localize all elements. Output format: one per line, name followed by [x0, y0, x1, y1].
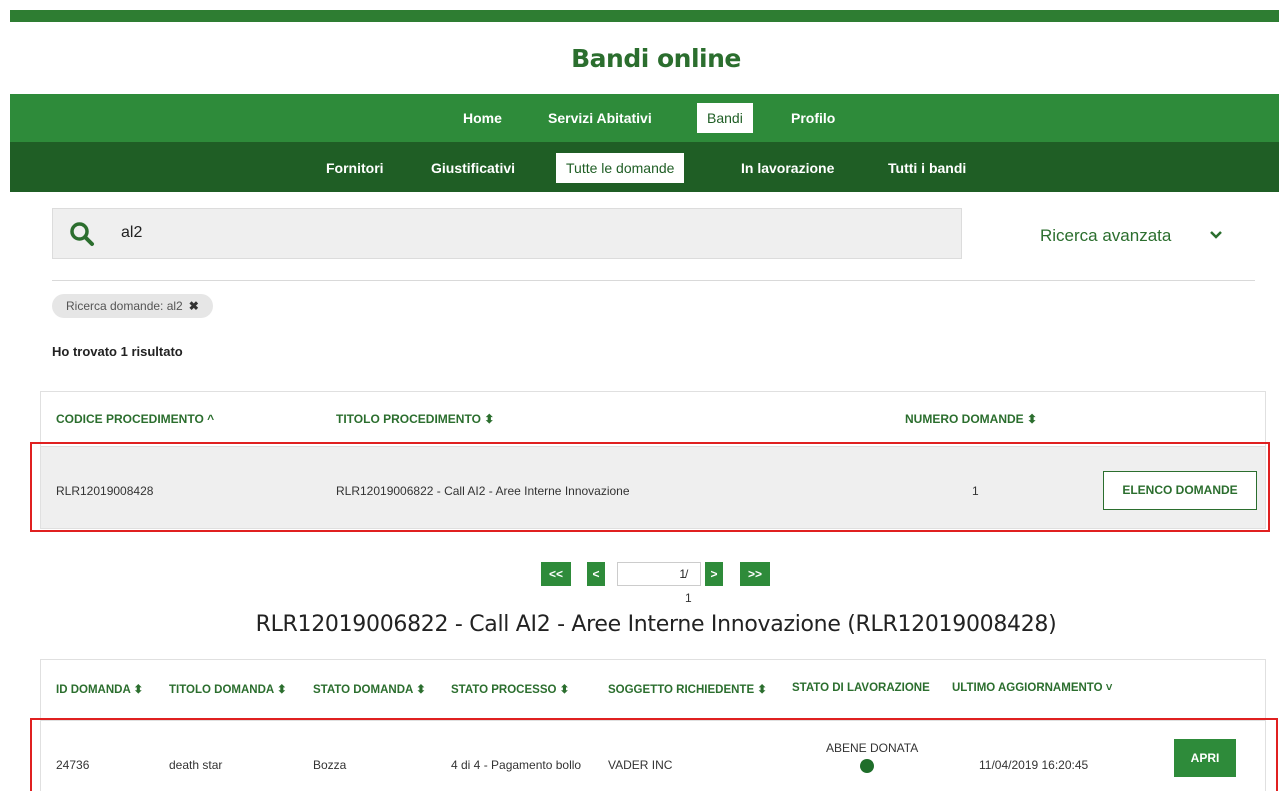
cell-id-domanda: 24736 [56, 758, 90, 772]
cell-codice: RLR12019008428 [56, 484, 154, 498]
last-page-button[interactable]: >> [740, 562, 770, 586]
header-ultimo-aggiornamento[interactable]: ULTIMO AGGIORNAMENTO ˅ [952, 682, 1112, 694]
divider [52, 280, 1255, 281]
nav-home[interactable]: Home [453, 103, 512, 133]
header-stato-domanda[interactable]: STATO DOMANDA ⬍ [313, 682, 426, 696]
secondary-nav: Fornitori Giustificativi Tutte le domand… [10, 142, 1279, 192]
header-id-domanda[interactable]: ID DOMANDA ⬍ [56, 682, 143, 696]
subnav-tutti-i-bandi[interactable]: Tutti i bandi [878, 153, 976, 183]
advanced-search-toggle[interactable]: Ricerca avanzata [1040, 226, 1171, 246]
chevron-down-icon[interactable] [1208, 228, 1224, 242]
subnav-giustificativi[interactable]: Giustificativi [421, 153, 525, 183]
primary-nav: Home Servizi Abitativi Bandi Profilo [10, 94, 1279, 142]
cell-stato-domanda: Bozza [313, 758, 347, 772]
header-codice-procedimento[interactable]: CODICE PROCEDIMENTO ^ [56, 412, 214, 426]
cell-titolo: RLR12019006822 - Call AI2 - Aree Interne… [336, 484, 630, 498]
nav-bandi[interactable]: Bandi [697, 103, 753, 133]
subnav-fornitori[interactable]: Fornitori [316, 153, 394, 183]
top-stripe [10, 10, 1279, 22]
filter-chip-label: Ricerca domande: al2 [66, 299, 183, 313]
cell-stato-lavorazione: ABENE DONATA [826, 741, 919, 755]
header-titolo-domanda[interactable]: TITOLO DOMANDA ⬍ [169, 682, 287, 696]
status-dot [860, 759, 874, 773]
header-titolo-procedimento[interactable]: TITOLO PROCEDIMENTO ⬍ [336, 412, 494, 426]
elenco-domande-button[interactable]: ELENCO DOMANDE [1103, 471, 1257, 510]
applications-title: RLR12019006822 - Call AI2 - Aree Interne… [255, 612, 1057, 637]
first-page-button[interactable]: << [541, 562, 571, 586]
table-row: RLR12019008428 RLR12019006822 - Call AI2… [41, 446, 1265, 528]
header-numero-domande[interactable]: NUMERO DOMANDE ⬍ [905, 412, 1037, 426]
nav-profilo[interactable]: Profilo [781, 103, 845, 133]
prev-page-button[interactable]: < [587, 562, 605, 586]
table-row: 24736 death star Bozza 4 di 4 - Pagament… [41, 720, 1265, 791]
cell-stato-processo: 4 di 4 - Pagamento bollo [451, 758, 582, 772]
cell-soggetto: VADER INC [608, 758, 673, 772]
page-total: / 1 [685, 567, 692, 605]
header-stato-processo[interactable]: STATO PROCESSO ⬍ [451, 682, 569, 696]
applications-table: ID DOMANDA ⬍ TITOLO DOMANDA ⬍ STATO DOMA… [40, 659, 1266, 791]
close-icon[interactable]: ✖ [189, 294, 199, 318]
app-title: Bandi online [571, 44, 741, 73]
search-icon[interactable] [69, 221, 95, 247]
cell-titolo-domanda: death star [169, 758, 223, 772]
nav-servizi-abitativi[interactable]: Servizi Abitativi [538, 103, 662, 133]
subnav-tutte-le-domande[interactable]: Tutte le domande [556, 153, 685, 183]
search-input[interactable]: al2 [52, 208, 962, 259]
procedures-table: CODICE PROCEDIMENTO ^ TITOLO PROCEDIMENT… [40, 391, 1266, 529]
next-page-button[interactable]: > [705, 562, 723, 586]
cell-ultimo-aggiornamento: 11/04/2019 16:20:45 [979, 758, 1089, 772]
results-count: Ho trovato 1 risultato [52, 344, 183, 359]
apri-button[interactable]: APRI [1174, 739, 1236, 777]
filter-chip: Ricerca domande: al2 ✖ [52, 294, 213, 318]
header-stato-di-lavorazione: STATO DI LAVORAZIONE [792, 682, 930, 694]
subnav-in-lavorazione[interactable]: In lavorazione [731, 153, 844, 183]
header-soggetto-richiedente[interactable]: SOGGETTO RICHIEDENTE ⬍ [608, 682, 767, 696]
cell-numero: 1 [972, 484, 979, 498]
search-value: al2 [121, 224, 143, 241]
